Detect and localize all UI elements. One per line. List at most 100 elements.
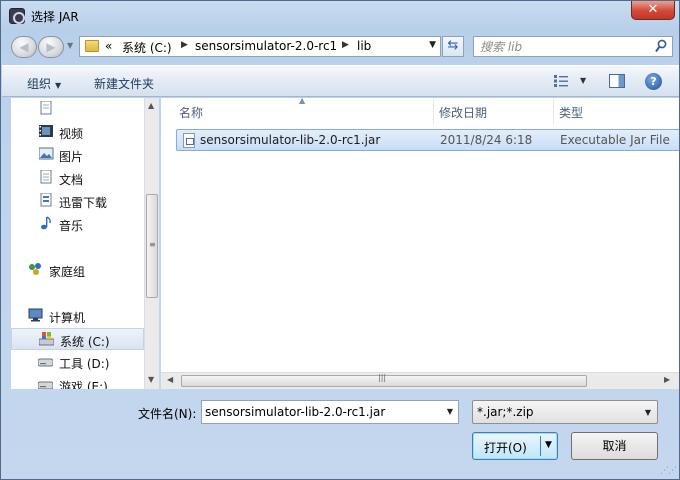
forward-button[interactable]: ▶ — [38, 36, 64, 58]
drive-icon — [38, 381, 53, 389]
cancel-button[interactable]: 取消 — [571, 432, 658, 460]
nav-item-label: 家庭组 — [49, 265, 86, 279]
drive-icon — [39, 332, 54, 346]
nav-item-downloads[interactable]: 迅雷下载 — [11, 190, 144, 212]
filename-combobox[interactable]: ▼ — [201, 400, 459, 424]
column-header-modified[interactable]: 修改日期 — [434, 98, 553, 124]
nav-item-label: 视频 — [59, 127, 84, 141]
nav-item-computer[interactable]: 计算机 — [11, 305, 144, 327]
help-icon[interactable]: ? — [645, 73, 662, 90]
breadcrumb-separator-icon[interactable]: ▶ — [181, 40, 188, 50]
hscroll-thumb[interactable]: ||| — [181, 373, 587, 387]
navigation-pane[interactable]: 视频 图片 文档 迅雷下载 音乐 家庭组 计算机 系统 (C:) 工具 (D:)… — [11, 98, 159, 389]
file-list-hscrollbar[interactable]: ◀ ||| ▶ — [161, 372, 679, 389]
grip-icon: ≡ — [149, 240, 156, 249]
search-box[interactable] — [473, 36, 673, 57]
nav-item-label: 工具 (D:) — [59, 357, 110, 371]
toolbar: 组织 ▼ 新建文件夹 ▼ ? — [2, 65, 679, 97]
back-button[interactable]: ◀ — [11, 36, 37, 58]
open-button-label: 打开(O) — [484, 441, 527, 455]
refresh-button[interactable]: ⇆ — [442, 36, 464, 57]
document-icon — [40, 101, 52, 115]
column-header-label: 修改日期 — [439, 106, 488, 120]
nav-item-library[interactable] — [11, 98, 144, 120]
address-bar[interactable]: « 系统 (C:) ▶ sensorsimulator-2.0-rc1 ▶ li… — [79, 36, 441, 57]
nav-item-label: 图片 — [59, 150, 84, 164]
nav-pane-scrollbar[interactable]: ▲ ≡ ▼ — [144, 98, 159, 389]
nav-item-music[interactable]: 音乐 — [11, 213, 144, 235]
scroll-up-icon[interactable]: ▲ — [148, 101, 154, 110]
chevron-down-icon: ▼ — [644, 408, 651, 417]
address-dropdown-icon[interactable]: ▼ — [429, 40, 436, 50]
sort-ascending-icon: ▲ — [299, 96, 306, 105]
nav-item-label: 迅雷下载 — [59, 196, 108, 210]
scroll-left-icon[interactable]: ◀ — [167, 375, 173, 384]
filename-label: 文件名(N): — [138, 407, 197, 421]
app-icon — [9, 8, 25, 24]
split-divider — [540, 436, 541, 456]
new-folder-button[interactable]: 新建文件夹 — [94, 75, 154, 92]
column-header-name[interactable]: ▲ 名称 — [161, 96, 433, 124]
computer-icon — [28, 308, 43, 322]
file-modified: 2011/8/24 6:18 — [440, 133, 533, 147]
file-row[interactable]: sensorsimulator-lib-2.0-rc1.jar 2011/8/2… — [176, 129, 679, 151]
recent-pages-dropdown-icon[interactable]: ▼ — [67, 41, 73, 50]
view-options-icon[interactable] — [554, 75, 568, 87]
scroll-right-icon[interactable]: ▶ — [664, 375, 670, 384]
open-button[interactable]: 打开(O) ▼ — [472, 432, 558, 460]
search-icon[interactable] — [655, 39, 667, 53]
scroll-down-icon[interactable]: ▼ — [148, 375, 154, 384]
nav-item-homegroup[interactable]: 家庭组 — [11, 259, 144, 281]
file-name: sensorsimulator-lib-2.0-rc1.jar — [200, 133, 381, 147]
nav-item-label: 系统 (C:) — [60, 335, 110, 349]
back-arrow-icon: ◀ — [19, 40, 29, 54]
document-icon — [40, 170, 52, 184]
file-type: Executable Jar File — [560, 133, 670, 147]
breadcrumb-folder[interactable]: sensorsimulator-2.0-rc1 — [195, 39, 337, 53]
nav-item-label: 文档 — [59, 173, 84, 187]
open-options-dropdown-icon[interactable]: ▼ — [545, 440, 552, 450]
grip-icon: ||| — [378, 373, 387, 382]
title-bar[interactable]: 选择 JAR ✕ — [1, 1, 679, 31]
column-header-label: 类型 — [559, 106, 584, 120]
breadcrumb-separator-icon[interactable]: ▶ — [342, 40, 349, 50]
breadcrumb-overflow[interactable]: « — [105, 39, 112, 53]
nav-item-label: 计算机 — [49, 311, 86, 325]
search-input[interactable] — [480, 39, 650, 54]
refresh-icon: ⇆ — [447, 38, 459, 53]
file-type-filter-value: *.jar;*.zip — [477, 405, 534, 419]
file-dialog: 选择 JAR ✕ ◀ ▶ ▼ « 系统 (C:) ▶ sensorsimulat… — [0, 0, 680, 480]
picture-icon — [39, 147, 54, 160]
filename-input[interactable] — [205, 405, 437, 419]
view-dropdown-icon[interactable]: ▼ — [580, 76, 586, 85]
nav-item-label: 音乐 — [59, 219, 84, 233]
folder-icon — [85, 40, 99, 52]
chevron-down-icon: ▼ — [55, 81, 62, 90]
forward-arrow-icon: ▶ — [46, 40, 56, 54]
file-list[interactable]: ▲ 名称 修改日期 类型 sensorsimulator-lib-2.0-rc1… — [161, 96, 679, 389]
nav-item-videos[interactable]: 视频 — [11, 121, 144, 143]
column-header-label: 名称 — [179, 106, 204, 120]
preview-pane-icon[interactable] — [609, 74, 625, 88]
nav-item-pictures[interactable]: 图片 — [11, 144, 144, 166]
organize-label: 组织 — [27, 77, 52, 91]
homegroup-icon — [29, 263, 41, 275]
nav-item-drive-d[interactable]: 工具 (D:) — [11, 351, 144, 373]
video-icon — [39, 125, 53, 137]
close-button[interactable]: ✕ — [631, 1, 675, 20]
music-icon — [41, 216, 51, 230]
nav-scroll-thumb[interactable]: ≡ — [146, 194, 158, 298]
resize-grip-icon[interactable]: ⋰⋰ — [660, 466, 677, 476]
column-header-type[interactable]: 类型 — [554, 98, 679, 124]
jar-file-icon — [183, 133, 195, 148]
nav-item-drive-c[interactable]: 系统 (C:) — [11, 328, 144, 350]
breadcrumb-current[interactable]: lib — [357, 39, 371, 53]
chevron-down-icon[interactable]: ▼ — [447, 407, 453, 416]
nav-item-drive-e[interactable]: 游戏 (E:) — [11, 374, 144, 389]
organize-button[interactable]: 组织 ▼ — [27, 75, 61, 92]
file-type-filter[interactable]: *.jar;*.zip ▼ — [472, 400, 658, 424]
breadcrumb-drive[interactable]: 系统 (C:) — [122, 39, 172, 56]
nav-item-label: 游戏 (E:) — [59, 380, 108, 389]
nav-item-documents[interactable]: 文档 — [11, 167, 144, 189]
window-title: 选择 JAR — [31, 10, 79, 24]
